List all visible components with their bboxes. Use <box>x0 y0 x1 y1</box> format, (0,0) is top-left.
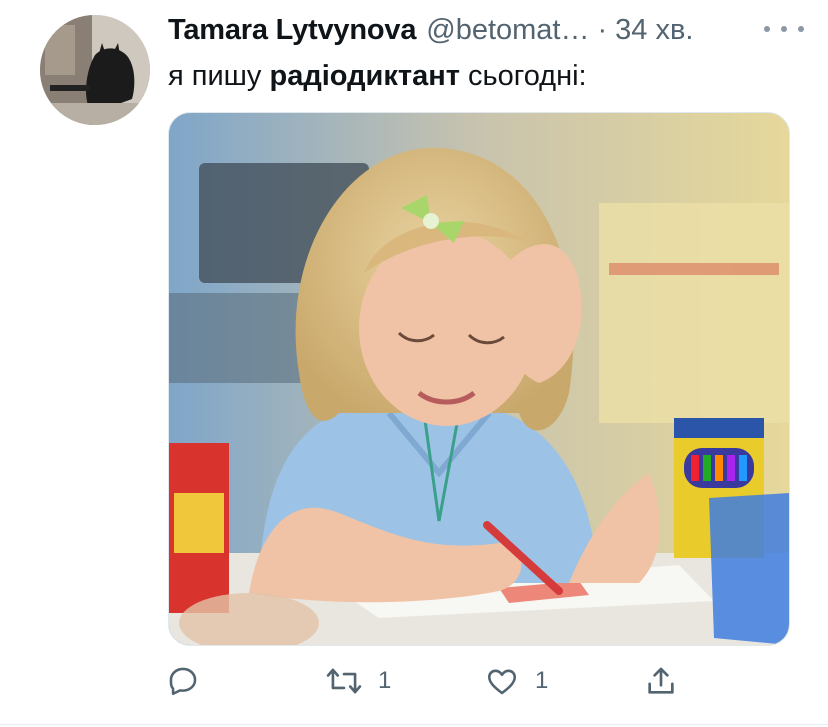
heart-icon <box>487 669 517 695</box>
like-count: 1 <box>535 667 549 694</box>
avatar[interactable] <box>40 15 150 125</box>
retweet-icon <box>326 668 362 694</box>
tweet-text-start: я пишу <box>168 60 270 92</box>
avatar-image <box>40 15 150 125</box>
author-name[interactable]: Tamara Lytvynova <box>168 14 416 47</box>
share-button[interactable] <box>644 656 694 706</box>
divider <box>0 724 828 725</box>
share-icon <box>648 667 674 694</box>
tweet[interactable]: Tamara Lytvynova @betomat… · 34 хв. я пи… <box>0 0 828 727</box>
tweet-text-bold: радіодиктант <box>269 60 460 92</box>
retweet-count: 1 <box>378 667 392 694</box>
tweet-text-end: сьогодні: <box>459 60 587 92</box>
reply-icon <box>169 667 197 696</box>
tweet-media-image[interactable] <box>168 112 790 646</box>
more-icon[interactable] <box>764 14 804 44</box>
reply-button[interactable] <box>166 656 216 706</box>
crying-girl-photo <box>169 113 789 645</box>
tweet-header: Tamara Lytvynova @betomat… · 34 хв. <box>168 12 810 48</box>
more-dot <box>781 26 787 32</box>
more-dot <box>764 26 770 32</box>
like-button[interactable]: 1 <box>485 656 548 706</box>
more-dot <box>798 26 804 32</box>
timestamp[interactable]: 34 хв. <box>615 14 693 47</box>
tweet-text: я пишу радіодиктант сьогодні: <box>168 58 587 94</box>
retweet-button[interactable]: 1 <box>326 656 391 706</box>
separator-dot: · <box>597 13 608 46</box>
author-handle[interactable]: @betomat… <box>426 14 589 47</box>
tweet-actions: 1 1 <box>0 656 828 706</box>
